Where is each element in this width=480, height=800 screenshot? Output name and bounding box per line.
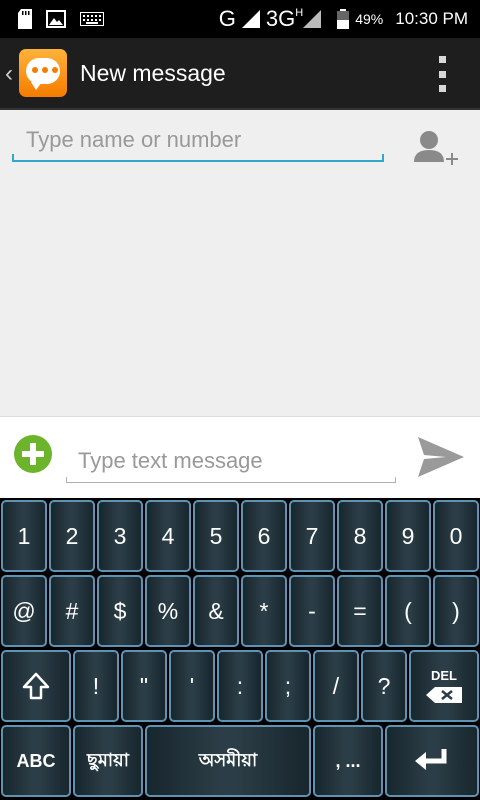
back-chevron-icon[interactable]: ‹ [5, 60, 13, 88]
add-attachment-icon[interactable] [14, 435, 52, 473]
page-title: New message [80, 60, 226, 86]
key-right-paren[interactable]: ) [433, 575, 479, 647]
punctuation-key[interactable]: , ... [313, 725, 383, 797]
compose-bar [0, 416, 480, 498]
signal-3g-icon [303, 10, 322, 28]
key-double-quote[interactable]: " [121, 650, 167, 722]
delete-key[interactable]: DEL [409, 650, 479, 722]
enter-key[interactable] [385, 725, 479, 797]
action-bar: ‹ New message [0, 38, 480, 110]
key-0[interactable]: 0 [433, 500, 479, 572]
overflow-menu-icon[interactable] [434, 56, 450, 92]
key-8[interactable]: 8 [337, 500, 383, 572]
network-g-label: G [218, 6, 236, 31]
message-field-container [66, 443, 396, 483]
key-7[interactable]: 7 [289, 500, 335, 572]
message-input[interactable] [66, 443, 396, 479]
key-4[interactable]: 4 [145, 500, 191, 572]
battery-icon [337, 9, 350, 29]
image-icon [46, 10, 66, 28]
messaging-app-icon[interactable] [19, 49, 67, 97]
enter-arrow-icon [415, 749, 447, 770]
abc-key[interactable]: ABC [1, 725, 71, 797]
key-percent[interactable]: % [145, 575, 191, 647]
key-minus[interactable]: - [289, 575, 335, 647]
key-6[interactable]: 6 [241, 500, 287, 572]
backspace-icon [426, 687, 462, 703]
send-icon[interactable] [416, 435, 466, 479]
status-right: G 3G H 49% 10:30 PM [219, 6, 468, 32]
conversation-area [0, 110, 480, 416]
delete-key-content: DEL [425, 668, 463, 704]
key-left-paren[interactable]: ( [385, 575, 431, 647]
key-question[interactable]: ? [361, 650, 407, 722]
space-key[interactable]: অসমীয়া [145, 725, 311, 797]
clock: 10:30 PM [395, 9, 468, 28]
key-9[interactable]: 9 [385, 500, 431, 572]
key-slash[interactable]: / [313, 650, 359, 722]
battery-percent: 49% [355, 11, 384, 27]
recipient-input[interactable] [12, 122, 384, 158]
key-5[interactable]: 5 [193, 500, 239, 572]
status-left-icons [18, 9, 104, 29]
keyboard: 1 2 3 4 5 6 7 8 9 0 @ # $ % & * - = ( ) … [0, 498, 480, 800]
key-colon[interactable]: : [217, 650, 263, 722]
bubble-dots [32, 67, 58, 73]
network-3g-label: 3G [265, 6, 296, 31]
key-exclamation[interactable]: ! [73, 650, 119, 722]
shift-arrow-icon [22, 672, 50, 700]
keyboard-icon [80, 12, 104, 26]
key-1[interactable]: 1 [1, 500, 47, 572]
status-bar: G 3G H 49% 10:30 PM [0, 0, 480, 38]
key-equals[interactable]: = [337, 575, 383, 647]
language-key-bangla[interactable]: ছুমায়া [73, 725, 143, 797]
sd-card-icon [18, 9, 32, 29]
key-at[interactable]: @ [1, 575, 47, 647]
network-3g-sup: H [295, 7, 304, 19]
key-asterisk[interactable]: * [241, 575, 287, 647]
key-3[interactable]: 3 [97, 500, 143, 572]
key-semicolon[interactable]: ; [265, 650, 311, 722]
delete-key-label: DEL [431, 668, 457, 683]
key-2[interactable]: 2 [49, 500, 95, 572]
add-contact-icon[interactable] [412, 128, 460, 170]
key-ampersand[interactable]: & [193, 575, 239, 647]
key-single-quote[interactable]: ' [169, 650, 215, 722]
shift-key[interactable] [1, 650, 71, 722]
signal-icon [241, 10, 260, 28]
recipient-field-container [12, 122, 384, 162]
key-hash[interactable]: # [49, 575, 95, 647]
key-dollar[interactable]: $ [97, 575, 143, 647]
